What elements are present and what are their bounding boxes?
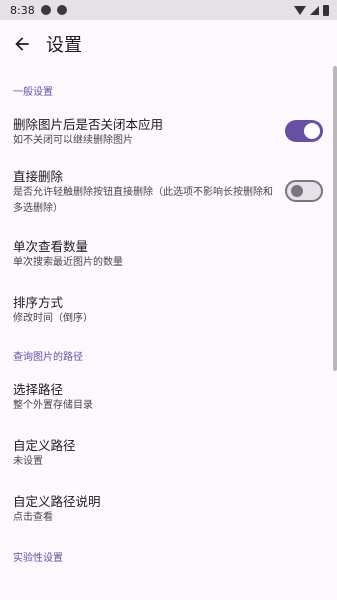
section-header-query-path: 查询图片的路径 — [13, 352, 83, 363]
setting-custom-path-help[interactable]: 自定义路径说明 点击查看 — [0, 494, 337, 526]
setting-subtitle: 整个外置存储目录 — [13, 400, 93, 411]
back-button[interactable] — [2, 24, 42, 64]
setting-title: 直接删除 — [13, 169, 64, 184]
direct-delete-switch[interactable] — [285, 180, 323, 202]
setting-subtitle: 如不关闭可以继续删除图片 — [13, 135, 133, 146]
status-bar: 8:38 — [0, 0, 337, 20]
setting-sort-order[interactable]: 排序方式 修改时间（倒序） — [0, 295, 337, 327]
setting-title: 删除图片后是否关闭本应用 — [13, 117, 164, 132]
page-title: 设置 — [46, 35, 82, 56]
setting-subtitle: 是否允许轻触删除按钮直接删除（此选项不影响长按删除和多选删除） — [13, 187, 273, 214]
setting-title: 选择路径 — [13, 382, 64, 397]
setting-subtitle: 点击查看 — [13, 512, 53, 523]
setting-custom-path[interactable]: 自定义路径 未设置 — [0, 438, 337, 470]
section-header-general: 一般设置 — [13, 87, 53, 98]
notification-icon — [40, 5, 51, 15]
setting-title: 自定义路径 — [13, 438, 76, 453]
setting-select-path[interactable]: 选择路径 整个外置存储目录 — [0, 382, 337, 414]
settings-list: 一般设置 删除图片后是否关闭本应用 如不关闭可以继续删除图片 直接删除 是否允许… — [0, 68, 337, 600]
setting-title: 单次查看数量 — [13, 239, 89, 254]
status-time: 8:38 — [10, 3, 35, 17]
battery-icon — [323, 4, 329, 16]
signal-icon — [310, 5, 319, 15]
close-after-delete-switch[interactable] — [285, 120, 323, 142]
setting-title: 自定义路径说明 — [13, 494, 101, 509]
switch-knob — [291, 185, 303, 197]
setting-close-after-delete[interactable]: 删除图片后是否关闭本应用 如不关闭可以继续删除图片 — [0, 117, 337, 149]
app-bar: 设置 — [0, 20, 337, 68]
switch-knob — [304, 123, 320, 139]
setting-subtitle: 修改时间（倒序） — [13, 313, 93, 324]
notification-icon — [56, 5, 67, 15]
setting-subtitle: 单次搜索最近图片的数量 — [13, 257, 123, 268]
setting-direct-delete[interactable]: 直接删除 是否允许轻触删除按钮直接删除（此选项不影响长按删除和多选删除） — [0, 169, 337, 217]
arrow-back-icon — [15, 37, 29, 51]
setting-subtitle: 未设置 — [13, 456, 43, 467]
wifi-icon — [294, 5, 306, 15]
setting-title: 排序方式 — [13, 295, 64, 310]
setting-single-count[interactable]: 单次查看数量 单次搜索最近图片的数量 — [0, 239, 337, 271]
section-header-experimental: 实验性设置 — [13, 553, 63, 564]
